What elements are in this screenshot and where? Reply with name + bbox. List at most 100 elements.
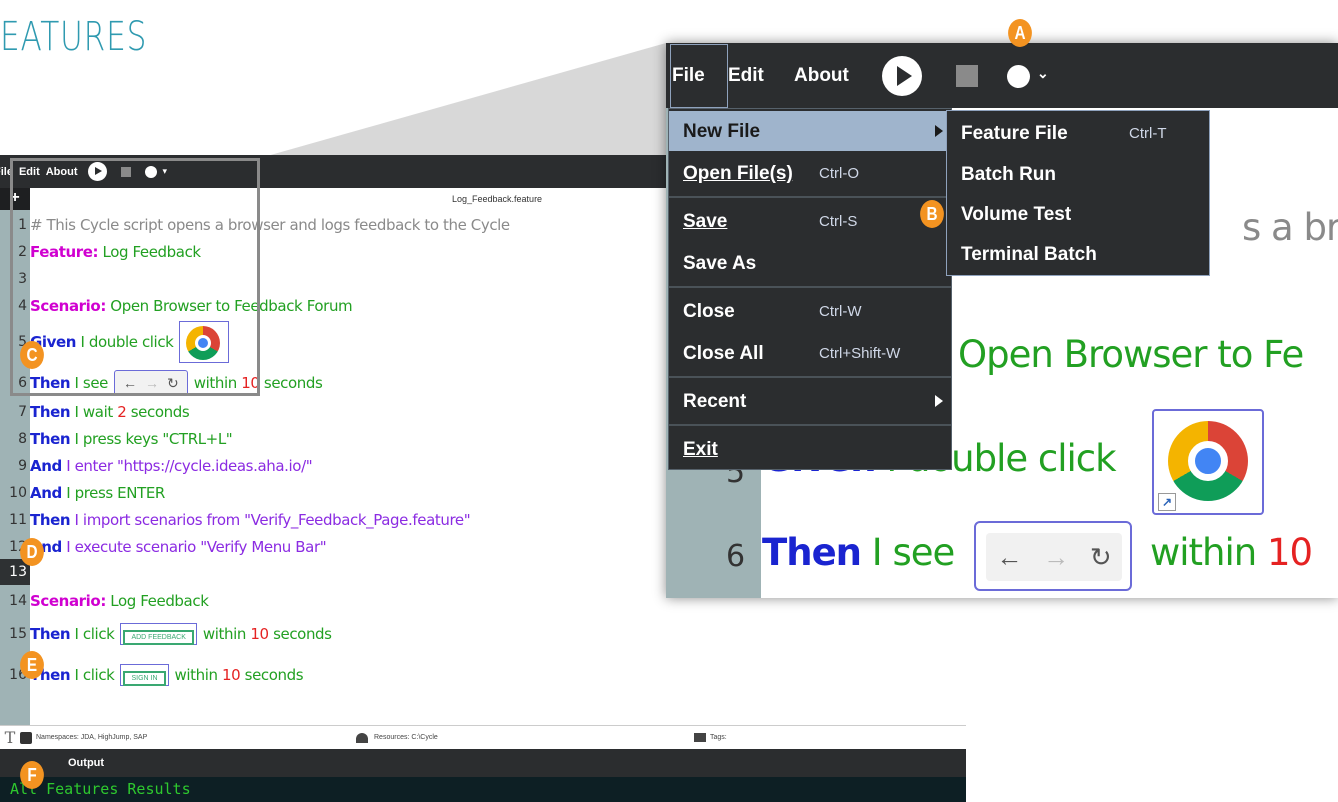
record-icon[interactable] xyxy=(1007,65,1030,88)
menu-item-label: Exit xyxy=(683,439,718,460)
menu-item-label: New File xyxy=(683,121,761,142)
step-text: seconds xyxy=(273,625,332,643)
line-number: 11 xyxy=(9,512,27,528)
camera-icon[interactable] xyxy=(20,731,32,744)
zoomed-then: Then xyxy=(762,531,862,574)
number-literal: 10 xyxy=(250,625,269,643)
output-panel-header[interactable]: Output xyxy=(0,749,966,777)
menu-item-label: Close xyxy=(683,301,735,322)
add-feedback-thumbnail: ADD FEEDBACK xyxy=(120,623,197,645)
button-image-label: SIGN IN xyxy=(123,671,166,686)
back-arrow-icon: ← xyxy=(996,541,1023,572)
menu-separator xyxy=(669,286,951,288)
file-menu: New File Open File(s) Ctrl-O Save Ctrl-S… xyxy=(668,108,952,470)
step-text: I wait xyxy=(70,403,114,421)
namespaces-field[interactable]: Namespaces: JDA, HighJump, SAP xyxy=(36,734,356,741)
step-text: within xyxy=(174,666,219,684)
forward-arrow-icon: → xyxy=(1043,541,1070,572)
menu-separator xyxy=(669,196,951,198)
keyword: Then xyxy=(30,511,71,529)
menu-item-save-as[interactable]: Save As xyxy=(669,243,951,283)
step-text: seconds xyxy=(130,403,190,421)
status-bar: T Namespaces: JDA, HighJump, SAP Resourc… xyxy=(0,725,966,749)
output-text: All Features Results xyxy=(0,777,966,802)
menu-item-shortcut: Ctrl+Shift-W xyxy=(819,345,901,362)
submenu-arrow-icon xyxy=(935,395,943,407)
code-line[interactable]: 16 Then I click SIGN IN within 10 second… xyxy=(0,657,966,693)
menu-edit[interactable]: Edit xyxy=(728,65,764,87)
menu-item-open-files[interactable]: Open File(s) Ctrl-O xyxy=(669,153,951,193)
callout-badge-e: E xyxy=(20,651,44,679)
button-image-label: ADD FEEDBACK xyxy=(123,630,194,645)
menu-item-label: Recent xyxy=(683,391,747,412)
keyword: Then xyxy=(30,403,71,421)
step-text: I press ENTER xyxy=(61,484,165,502)
submenu-item-terminal-batch[interactable]: Terminal Batch xyxy=(947,234,1209,274)
tab-feature-file[interactable]: Log_Feedback.feature xyxy=(452,194,542,204)
keyword: And xyxy=(30,457,62,475)
line-number: 14 xyxy=(9,593,27,609)
menu-item-label: Terminal Batch xyxy=(961,244,1097,265)
code-line[interactable]: 15 Then I click ADD FEEDBACK within 10 s… xyxy=(0,616,966,652)
menu-item-label: Open File(s) xyxy=(683,163,793,184)
callout-badge-f: F xyxy=(20,761,44,789)
menu-item-label: Save xyxy=(683,211,728,232)
submenu-item-feature-file[interactable]: Feature File Ctrl-T xyxy=(947,113,1209,153)
step-text: I enter "https://cycle.ideas.aha.io/" xyxy=(61,457,313,475)
menu-separator xyxy=(669,424,951,426)
zoomed-menubar: File Edit About ⌄ xyxy=(666,43,1338,108)
step-text: within xyxy=(202,625,247,643)
step-text: I import scenarios from "Verify_Feedback… xyxy=(70,511,471,529)
menu-item-exit[interactable]: Exit xyxy=(669,429,951,469)
menu-item-label: Volume Test xyxy=(961,204,1072,225)
chevron-down-icon[interactable]: ⌄ xyxy=(1037,65,1049,82)
keyword: Then xyxy=(30,430,71,448)
callout-badge-c: C xyxy=(20,341,44,369)
keyword: And xyxy=(30,484,62,502)
reload-icon: ↻ xyxy=(1089,541,1112,572)
menu-file[interactable]: File xyxy=(672,65,705,87)
line-number: 15 xyxy=(9,626,27,642)
menu-item-recent[interactable]: Recent xyxy=(669,381,951,421)
menu-item-close-all[interactable]: Close All Ctrl+Shift-W xyxy=(669,333,951,373)
number-literal: 10 xyxy=(222,666,241,684)
menu-about[interactable]: About xyxy=(794,65,849,87)
zoomed-line-number: 6 xyxy=(726,539,746,574)
menu-item-label: Batch Run xyxy=(961,164,1056,185)
resources-field[interactable]: Resources: C:\Cycle xyxy=(374,734,694,741)
line-number: 7 xyxy=(18,404,27,420)
line-number: 10 xyxy=(9,485,27,501)
keyword: Scenario: xyxy=(30,592,106,610)
submenu-item-volume-test[interactable]: Volume Test xyxy=(947,194,1209,234)
zoomed-then-text: I see xyxy=(861,531,956,574)
keyword: Then xyxy=(30,625,71,643)
tags-field[interactable]: Tags: xyxy=(710,734,727,741)
stop-icon[interactable] xyxy=(956,65,978,87)
menu-item-shortcut: Ctrl-O xyxy=(819,165,859,182)
menu-item-close[interactable]: Close Ctrl-W xyxy=(669,291,951,331)
step-text: seconds xyxy=(263,374,323,392)
submenu-item-batch-run[interactable]: Batch Run xyxy=(947,154,1209,194)
menu-item-save[interactable]: Save Ctrl-S xyxy=(669,201,951,241)
menu-item-shortcut: Ctrl-W xyxy=(819,303,862,320)
chrome-icon xyxy=(1168,421,1248,501)
new-file-submenu: Feature File Ctrl-T Batch Run Volume Tes… xyxy=(946,110,1210,276)
sign-in-thumbnail: SIGN IN xyxy=(120,664,169,686)
callout-badge-b: B xyxy=(920,200,944,228)
line-number: 8 xyxy=(18,431,27,447)
zoomed-nav-thumbnail: ← → ↻ xyxy=(974,521,1132,591)
menu-item-label: Save As xyxy=(683,253,757,274)
step-text: I press keys "CTRL+L" xyxy=(70,430,233,448)
folder-icon xyxy=(694,733,706,742)
zoomed-scenario-text: Open Browser to Fe xyxy=(958,333,1304,376)
text-icon[interactable]: T xyxy=(0,728,20,747)
number-literal: 2 xyxy=(117,403,127,421)
play-icon[interactable] xyxy=(882,56,922,96)
zoomed-comment: s a bro xyxy=(1242,206,1338,249)
submenu-arrow-icon xyxy=(935,125,943,137)
menu-item-new-file[interactable]: New File xyxy=(669,111,951,151)
step-text: I execute scenario "Verify Menu Bar" xyxy=(61,538,327,556)
step-text: I click xyxy=(70,625,115,643)
step-text: seconds xyxy=(244,666,304,684)
menu-separator xyxy=(669,376,951,378)
